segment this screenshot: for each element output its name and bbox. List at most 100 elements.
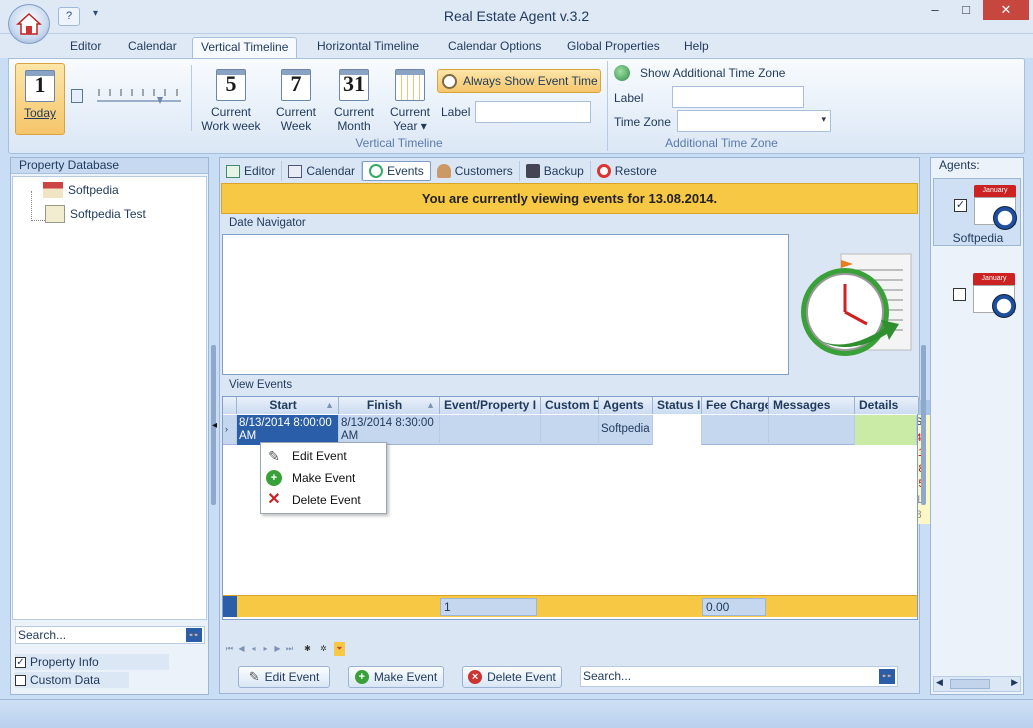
current-year-button[interactable]: Current Year ▾ <box>385 69 435 133</box>
cell-status[interactable] <box>653 415 702 445</box>
context-menu: ✎ Edit Event + Make Event ✕ Delete Event <box>260 442 387 514</box>
toolbar-tab-editor[interactable]: Editor <box>220 161 283 181</box>
collapse-left-arrow-icon[interactable]: ◂ <box>212 420 217 431</box>
events-search-input[interactable]: Search... 👓 <box>580 666 898 687</box>
binoculars-icon[interactable]: 👓 <box>186 628 202 642</box>
scroll-left-icon[interactable]: ◀ <box>936 677 943 688</box>
pencil-icon: ✎ <box>248 669 260 684</box>
cell-start[interactable]: 8/13/2014 8:00:00 AM <box>237 415 339 445</box>
app-menu-button[interactable] <box>8 4 50 44</box>
menu-item-label: Make Event <box>292 471 356 485</box>
quick-access-dropdown[interactable]: ▾ <box>93 8 98 19</box>
table-row[interactable]: › 8/13/2014 8:00:00 AM 8/13/2014 8:30:00… <box>223 415 917 445</box>
tz-label-input[interactable] <box>672 86 804 108</box>
edit-event-button[interactable]: ✎ Edit Event <box>238 666 330 688</box>
label-input[interactable] <box>475 101 591 123</box>
tab-label: Editor <box>244 164 276 178</box>
tab-horizontal-timeline[interactable]: Horizontal Timeline <box>309 37 427 58</box>
cell-details[interactable] <box>855 415 917 445</box>
column-header-start[interactable]: Start ▲ <box>237 397 339 414</box>
tree-item[interactable]: Softpedia <box>43 182 119 198</box>
tab-global-properties[interactable]: Global Properties <box>559 37 668 58</box>
checkbox-icon <box>15 674 26 686</box>
column-header-details[interactable]: Details <box>855 397 919 414</box>
toolbar-tab-calendar[interactable]: Calendar <box>282 161 363 181</box>
house-icon <box>43 182 63 198</box>
button-label: Current <box>333 105 374 119</box>
sort-asc-icon: ▲ <box>426 400 435 410</box>
first-record-button[interactable]: ⏮ <box>224 642 235 656</box>
delete-event-button[interactable]: × Delete Event <box>462 666 562 688</box>
toolbar-tab-restore[interactable]: Restore <box>591 161 663 181</box>
make-event-button[interactable]: + Make Event <box>348 666 444 688</box>
icon-month-label: January <box>973 273 1015 285</box>
help-quick-button[interactable]: ? <box>58 7 80 26</box>
calendar-icon: 5 <box>216 69 246 101</box>
agent-item-softpedia[interactable]: ✓ January Softpedia <box>933 178 1021 246</box>
cell-custom[interactable] <box>541 415 599 445</box>
toolbar-tab-customers[interactable]: Customers <box>431 161 520 181</box>
date-navigator-header: Date Navigator <box>229 217 306 229</box>
tab-help[interactable]: Help <box>676 37 717 58</box>
time-zone-select[interactable]: ▾ <box>677 110 831 132</box>
timescale-slider[interactable] <box>97 85 181 105</box>
splitter-handle[interactable] <box>921 345 926 505</box>
context-menu-make-event[interactable]: + Make Event <box>261 467 386 489</box>
column-header-custom[interactable]: Custom D <box>541 397 599 414</box>
column-header-event[interactable]: Event/Property I <box>440 397 541 414</box>
column-header-messages[interactable]: Messages <box>769 397 855 414</box>
context-menu-edit-event[interactable]: ✎ Edit Event <box>261 445 386 467</box>
agents-scrollbar[interactable]: ◀ ▶ <box>933 676 1021 692</box>
tree-item[interactable]: Softpedia Test <box>45 205 146 223</box>
current-work-week-button[interactable]: 5 Current Work week <box>201 69 261 133</box>
tab-label: Calendar <box>306 164 356 178</box>
binoculars-icon[interactable]: 👓 <box>879 669 895 684</box>
agent-checkbox[interactable]: ✓ <box>954 199 967 212</box>
always-show-event-time-toggle[interactable]: Always Show Event Time <box>437 69 601 93</box>
panel-header: Property Database <box>11 158 208 174</box>
tab-vertical-timeline[interactable]: Vertical Timeline <box>192 37 298 58</box>
column-header-status[interactable]: Status I <box>653 397 702 414</box>
today-button[interactable]: 1 Today <box>15 63 65 135</box>
next-page-button[interactable]: ▶ <box>272 642 283 656</box>
prev-record-button[interactable]: ◂ <box>248 642 259 656</box>
column-label: Finish <box>366 398 403 412</box>
tab-calendar-options[interactable]: Calendar Options <box>440 37 549 58</box>
tab-editor[interactable]: Editor <box>62 37 109 58</box>
custom-data-checkbox[interactable]: Custom Data <box>15 672 129 688</box>
next-record-button[interactable]: ▸ <box>260 642 271 656</box>
property-info-checkbox[interactable]: ✓ Property Info <box>15 654 169 670</box>
scroll-right-icon[interactable]: ▶ <box>1011 677 1018 688</box>
maximize-button[interactable]: □ <box>951 0 981 20</box>
scrollbar-thumb[interactable] <box>950 679 990 689</box>
show-additional-tz-toggle[interactable]: Show Additional Time Zone <box>614 65 785 81</box>
cell-finish[interactable]: 8/13/2014 8:30:00 AM <box>339 415 440 445</box>
current-week-button[interactable]: 7 Current Week <box>271 69 321 133</box>
column-header-agents[interactable]: Agents <box>599 397 653 414</box>
close-button[interactable]: ✕ <box>983 0 1029 20</box>
cell-fee[interactable] <box>702 415 769 445</box>
cell-agents[interactable]: Softpedia <box>599 415 653 445</box>
menu-tabs: Editor Calendar Vertical Timeline Horizo… <box>0 34 1033 58</box>
property-search-input[interactable]: Search... 👓 <box>15 626 205 644</box>
last-record-button[interactable]: ⏭ <box>284 642 295 656</box>
cell-event[interactable] <box>440 415 541 445</box>
agent-checkbox[interactable] <box>953 288 966 301</box>
current-month-button[interactable]: 31 Current Month <box>327 69 381 133</box>
agent-item[interactable]: January <box>933 268 1021 328</box>
context-menu-delete-event[interactable]: ✕ Delete Event <box>261 489 386 511</box>
cell-messages[interactable] <box>769 415 855 445</box>
tab-calendar[interactable]: Calendar <box>120 37 185 58</box>
filter-icon[interactable]: ⏷ <box>334 642 345 656</box>
toggle-label: Show Additional Time Zone <box>640 66 786 80</box>
column-header-fee[interactable]: Fee Charge <box>702 397 769 414</box>
time-zone-caption: Time Zone <box>614 115 671 129</box>
toolbar-tab-backup[interactable]: Backup <box>520 161 591 181</box>
column-header-finish[interactable]: Finish ▲ <box>339 397 440 414</box>
timescale-icon[interactable] <box>71 89 83 103</box>
toolbar-tab-events[interactable]: Events <box>362 161 431 181</box>
minimize-button[interactable]: – <box>920 0 950 20</box>
insert-record-button[interactable]: ✱ <box>302 642 313 656</box>
prev-page-button[interactable]: ◀ <box>236 642 247 656</box>
append-record-button[interactable]: ✲ <box>318 642 329 656</box>
